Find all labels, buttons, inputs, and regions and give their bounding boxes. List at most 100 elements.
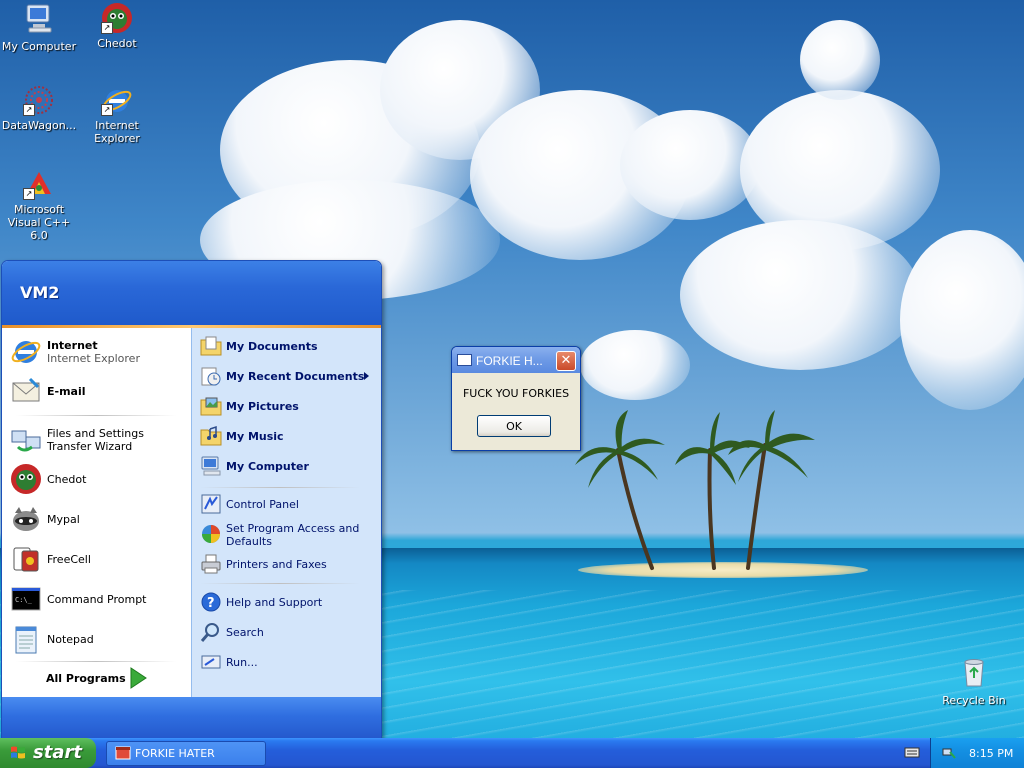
- desktop-icon-label: DataWagon...: [1, 119, 77, 132]
- menu-item-label: Set Program Access and Defaults: [226, 522, 360, 548]
- menu-item-label: Control Panel: [226, 498, 299, 511]
- notepad-icon: [15, 626, 37, 654]
- menu-item-my-computer[interactable]: My Computer: [200, 453, 375, 479]
- menu-item-label: My Music: [226, 430, 284, 443]
- menu-item-my-music[interactable]: My Music: [200, 423, 375, 449]
- desktop-icon-internet-explorer[interactable]: ↗ Internet Explorer: [78, 84, 156, 145]
- recent-documents-icon: [201, 367, 221, 386]
- palm-trees: [575, 410, 815, 570]
- desktop-icon-label: Recycle Bin: [942, 694, 1006, 707]
- menu-item-label: My Pictures: [226, 400, 299, 413]
- menu-item-label: Search: [226, 626, 264, 639]
- menu-item-title: Files and Settings Transfer Wizard: [47, 427, 144, 453]
- menu-item-mypal[interactable]: Mypal: [10, 501, 186, 537]
- all-programs-button[interactable]: All Programs: [32, 665, 182, 691]
- menu-item-set-program-access[interactable]: Set Program Access and Defaults: [200, 519, 375, 549]
- desktop-icon-label: Chedot: [97, 37, 137, 50]
- program-access-icon: [202, 525, 220, 543]
- menu-item-command-prompt[interactable]: C:\_ Command Prompt: [10, 581, 186, 617]
- keyboard-icon[interactable]: [904, 745, 920, 759]
- start-label: start: [33, 742, 82, 763]
- user-name: VM2: [20, 283, 60, 302]
- menu-item-title: Notepad: [47, 633, 94, 646]
- menu-item-label: Help and Support: [226, 596, 323, 609]
- menu-item-my-recent-documents[interactable]: My Recent Documents: [200, 363, 375, 389]
- menu-item-run[interactable]: Run...: [200, 649, 375, 675]
- menu-item-chedot[interactable]: Chedot: [10, 461, 186, 497]
- menu-item-notepad[interactable]: Notepad: [10, 621, 186, 657]
- search-icon: [200, 623, 219, 642]
- email-icon: [12, 377, 40, 402]
- dialog-title: FORKIE H...: [476, 354, 543, 368]
- menu-item-title: Internet: [47, 339, 98, 352]
- menu-item-files-settings-transfer[interactable]: Files and Settings Transfer Wizard: [10, 421, 186, 457]
- taskbar-button-label: FORKIE HATER: [135, 747, 215, 760]
- clock[interactable]: 8:15 PM: [969, 747, 1013, 760]
- separator: [16, 661, 176, 662]
- shortcut-arrow-icon: ↗: [23, 104, 35, 116]
- chedot-icon: [11, 464, 41, 494]
- computer-icon: [26, 4, 52, 33]
- desktop-icon-label: Internet Explorer: [94, 119, 140, 145]
- menu-item-title: Chedot: [47, 473, 87, 486]
- menu-item-label: My Computer: [226, 460, 309, 473]
- windows-logo-icon: [11, 746, 25, 759]
- menu-item-label: My Recent Documents: [226, 370, 365, 383]
- menu-item-email[interactable]: E-mail: [10, 373, 186, 409]
- cloud: [680, 220, 920, 370]
- menu-item-label: Run...: [226, 656, 258, 669]
- dialog-title-bar[interactable]: FORKIE H... ✕: [452, 347, 580, 373]
- menu-item-my-documents[interactable]: My Documents: [200, 333, 375, 359]
- internet-explorer-icon: [11, 341, 41, 363]
- folder-music-icon: [200, 425, 222, 446]
- system-tray: 8:15 PM: [930, 738, 1024, 768]
- menu-item-printers-faxes[interactable]: Printers and Faxes: [200, 551, 375, 577]
- printer-icon: [201, 554, 221, 574]
- recycle-bin-icon: [964, 659, 984, 687]
- menu-item-label: Printers and Faxes: [226, 558, 327, 571]
- desktop-icon-visual-cpp[interactable]: ↗ Microsoft Visual C++ 6.0: [0, 168, 78, 242]
- cloud: [800, 20, 880, 100]
- start-menu-footer: [2, 697, 381, 739]
- dialog-message: FUCK YOU FORKIES: [462, 387, 570, 400]
- separator: [16, 415, 176, 416]
- menu-item-help-support[interactable]: ? Help and Support: [200, 589, 375, 615]
- desktop-icon-datawagon[interactable]: ↗ DataWagon...: [0, 84, 78, 132]
- freecell-icon: [13, 547, 39, 572]
- menu-item-search[interactable]: Search: [200, 619, 375, 645]
- desktop-icon-chedot[interactable]: ↗ Chedot: [78, 2, 156, 50]
- cloud: [580, 330, 690, 400]
- menu-item-freecell[interactable]: FreeCell: [10, 541, 186, 577]
- folder-pictures-icon: [200, 397, 222, 416]
- cloud: [900, 230, 1024, 410]
- transfer-wizard-icon: [11, 430, 41, 452]
- svg-text:C:\_: C:\_: [15, 596, 33, 604]
- menu-item-title: FreeCell: [47, 553, 91, 566]
- menu-item-title: Mypal: [47, 513, 80, 526]
- mypal-icon: [13, 507, 39, 531]
- menu-item-subtitle: Internet Explorer: [47, 352, 140, 365]
- menu-item-control-panel[interactable]: Control Panel: [200, 491, 375, 517]
- run-icon: [201, 655, 221, 669]
- application-icon: [115, 746, 131, 760]
- taskbar-button-forkie-hater[interactable]: FORKIE HATER: [106, 741, 266, 766]
- start-button[interactable]: start: [0, 738, 96, 768]
- close-button[interactable]: ✕: [556, 351, 576, 371]
- message-box: FORKIE H... ✕ FUCK YOU FORKIES OK: [451, 346, 581, 451]
- ok-button[interactable]: OK: [477, 415, 551, 437]
- menu-item-my-pictures[interactable]: My Pictures: [200, 393, 375, 419]
- desktop-icon-my-computer[interactable]: My Computer: [0, 2, 78, 53]
- menu-item-label: My Documents: [226, 340, 318, 353]
- green-arrow-icon: [130, 667, 147, 689]
- shortcut-arrow-icon: ↗: [101, 22, 113, 34]
- cloud: [620, 110, 760, 220]
- shortcut-arrow-icon: ↗: [101, 104, 113, 116]
- network-icon[interactable]: [942, 746, 956, 760]
- help-icon: ?: [201, 592, 221, 612]
- separator: [200, 487, 360, 488]
- menu-item-internet[interactable]: Internet Internet Explorer: [10, 333, 186, 369]
- menu-item-title: Command Prompt: [47, 593, 147, 606]
- start-menu-header: VM2: [2, 261, 381, 325]
- command-prompt-icon: C:\_: [11, 587, 41, 611]
- desktop-icon-recycle-bin[interactable]: Recycle Bin: [935, 656, 1013, 707]
